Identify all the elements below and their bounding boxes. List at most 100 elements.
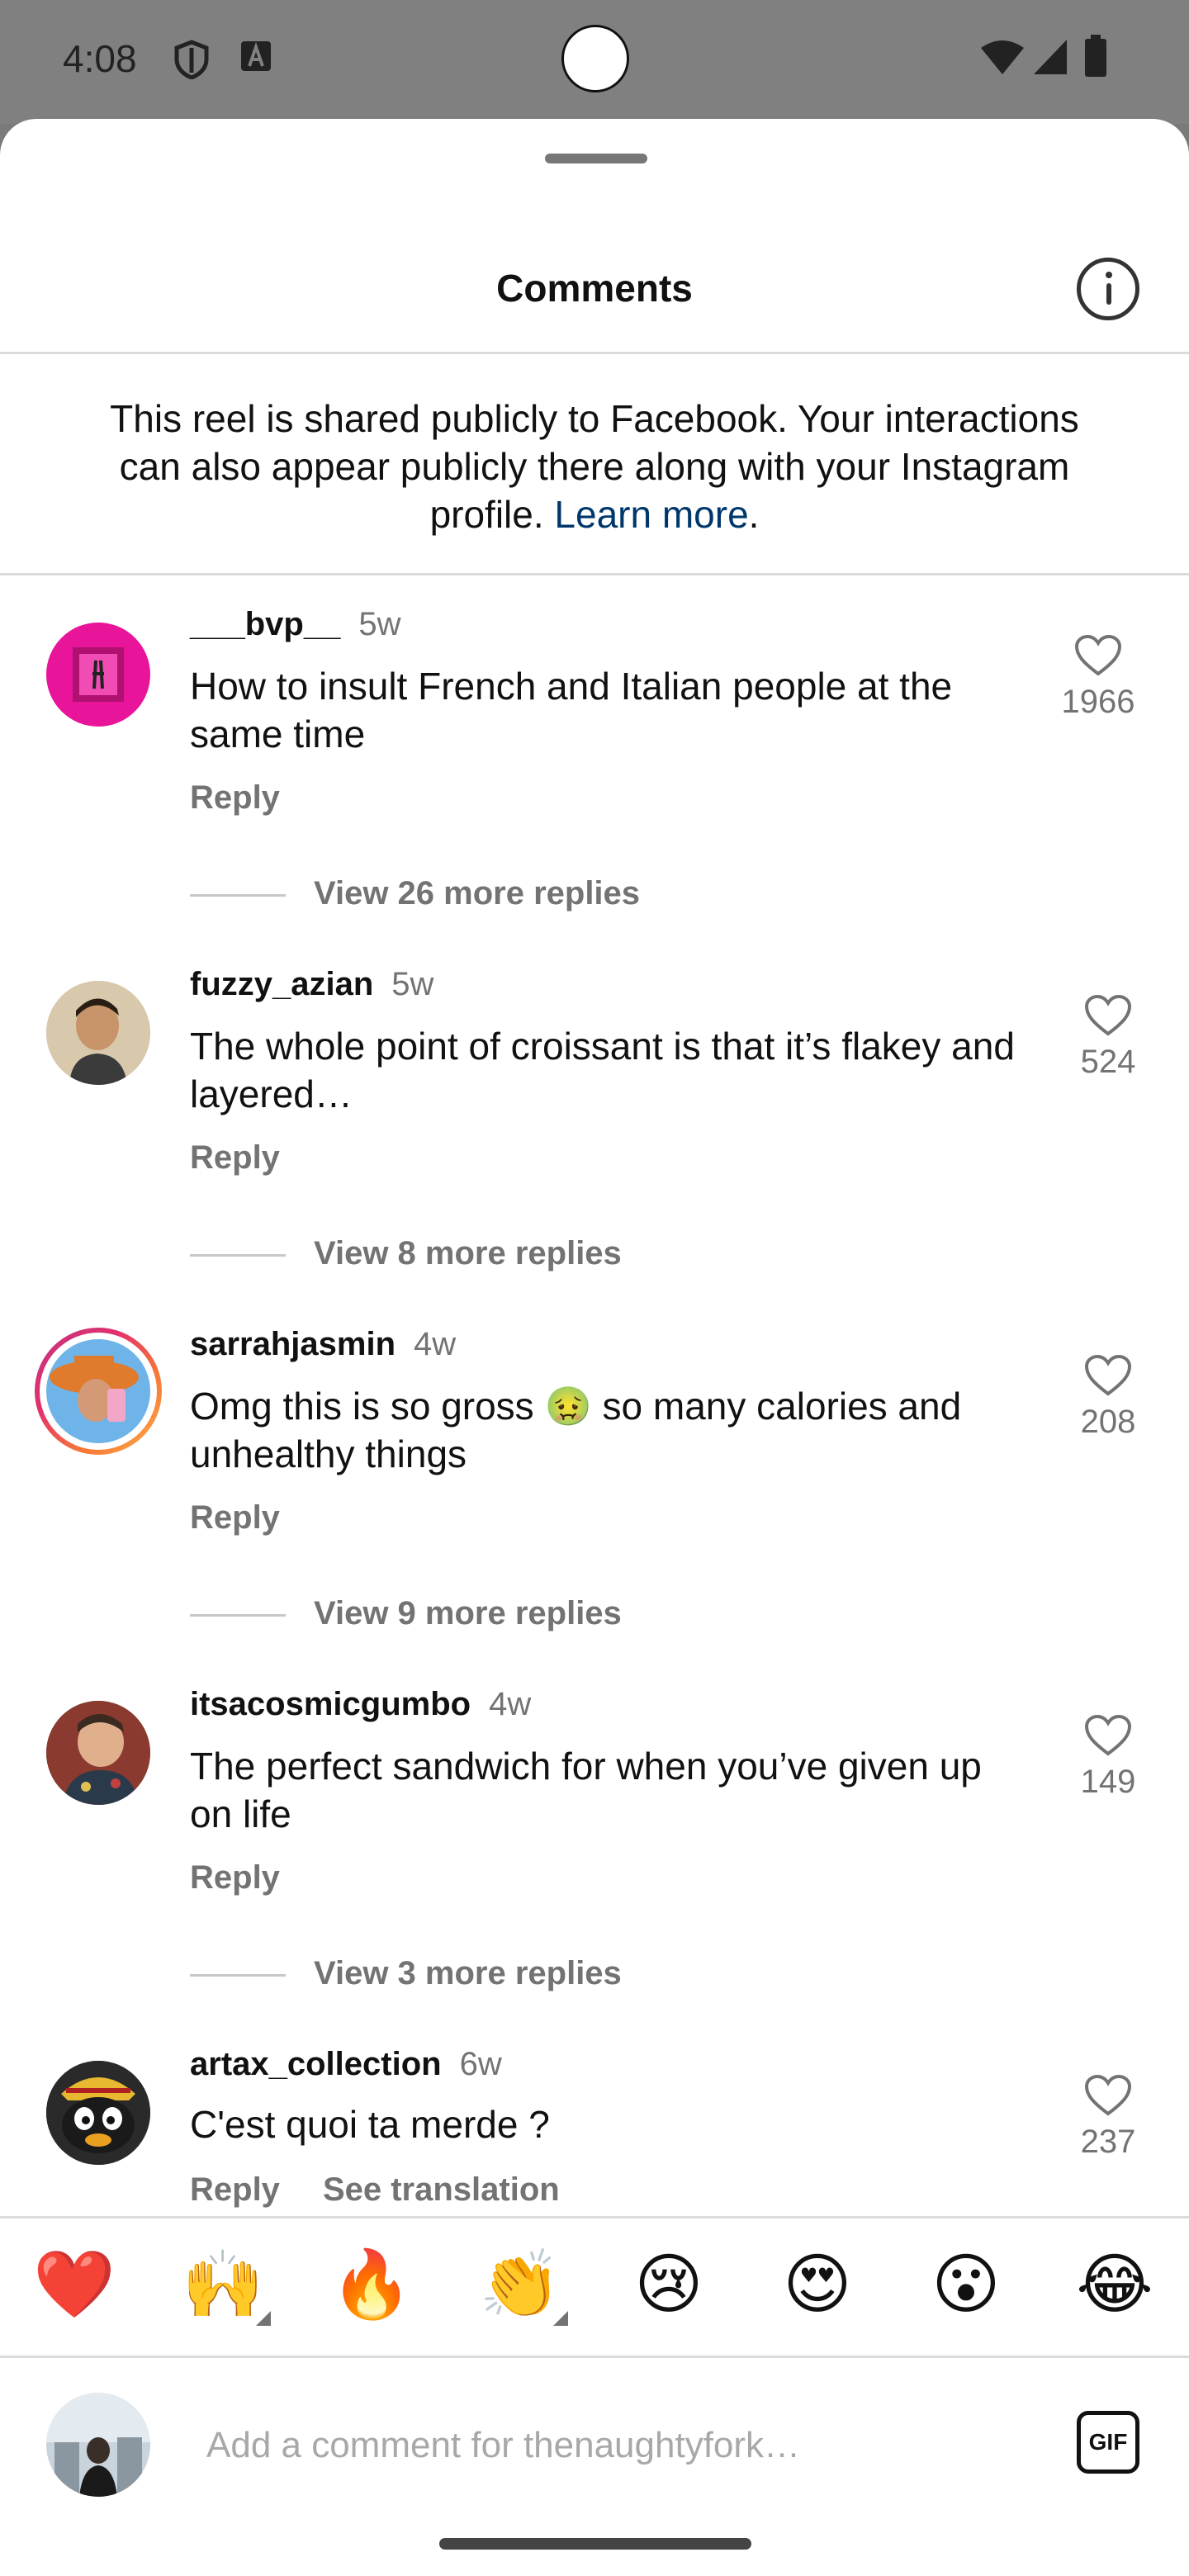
avatar-image [46, 1339, 150, 1443]
status-bar: 4:08 [0, 0, 1189, 124]
comment-header: ___bvp__ 5w [190, 606, 400, 643]
status-time: 4:08 [63, 37, 137, 80]
view-replies[interactable]: View 9 more replies [190, 1595, 622, 1632]
clapping-hands-emoji[interactable]: 👏 [479, 2243, 568, 2326]
comment-actions: Reply See translation [190, 2171, 603, 2209]
like-count: 149 [1080, 1764, 1136, 1800]
heart-eyes-emoji[interactable]: 😍 [776, 2243, 859, 2326]
like-button[interactable]: 1966 [1049, 634, 1148, 721]
view-replies[interactable]: View 26 more replies [190, 875, 640, 912]
raising-hands-emoji[interactable]: 🙌 [182, 2243, 271, 2326]
comment-username[interactable]: artax_collection [190, 2046, 442, 2082]
learn-more-link[interactable]: Learn more [554, 493, 748, 536]
nauseated-face-emoji: 🤢 [544, 1385, 592, 1428]
reply-button[interactable]: Reply [190, 1139, 280, 1176]
comment-username[interactable]: sarrahjasmin [190, 1326, 396, 1362]
comment-time: 4w [489, 1686, 532, 1722]
comment-time: 5w [358, 606, 401, 642]
view-replies-label[interactable]: View 3 more replies [314, 1955, 622, 1991]
keyboard-a-icon [241, 41, 271, 71]
like-count: 524 [1080, 1044, 1136, 1080]
avatar[interactable] [46, 623, 150, 727]
replies-line [190, 893, 286, 897]
like-count: 208 [1080, 1404, 1136, 1440]
view-replies-label[interactable]: View 9 more replies [314, 1595, 622, 1631]
like-button[interactable]: 149 [1059, 1714, 1158, 1801]
gif-button[interactable]: GIF [1077, 2411, 1139, 2474]
comment-text: How to insult French and Italian people … [190, 665, 953, 755]
view-replies[interactable]: View 3 more replies [190, 1955, 622, 1992]
reply-button[interactable]: Reply [190, 2171, 280, 2208]
like-count: 1966 [1061, 684, 1135, 720]
comment-header: itsacosmicgumbo 4w [190, 1686, 531, 1723]
comment-actions: Reply [190, 1139, 323, 1177]
comment-text-part: Omg this is so gross [190, 1385, 545, 1428]
replies-line [190, 1973, 286, 1977]
comment-header: sarrahjasmin 4w [190, 1326, 456, 1363]
skin-tone-indicator [553, 2311, 568, 2326]
signal-icon [1034, 40, 1067, 74]
avatar[interactable] [46, 1339, 150, 1443]
comment-username[interactable]: itsacosmicgumbo [190, 1686, 471, 1722]
like-count: 237 [1080, 2124, 1136, 2160]
comment-header: fuzzy_azian 5w [190, 966, 433, 1003]
comment-time: 6w [459, 2046, 502, 2082]
reply-button[interactable]: Reply [190, 1499, 280, 1536]
comment-actions: Reply [190, 779, 323, 817]
avatar-image [46, 1701, 150, 1805]
notice-period: . [748, 493, 760, 536]
fire-emoji[interactable]: 🔥 [330, 2243, 413, 2326]
avatar[interactable] [46, 1701, 150, 1805]
comment-time: 4w [414, 1326, 457, 1362]
heart-icon [1084, 2074, 1132, 2116]
story-ring[interactable] [35, 1328, 162, 1455]
avatar[interactable] [46, 2061, 150, 2165]
header-divider [0, 352, 1189, 354]
comment-text: The whole point of croissant is that it’… [190, 1025, 1015, 1115]
avatar-image [46, 981, 150, 1085]
tears-of-joy-emoji[interactable]: 😂 [1073, 2243, 1156, 2326]
heart-icon [1084, 1354, 1132, 1396]
avatar-image [46, 2393, 150, 2497]
crying-face-emoji[interactable]: 😢 [628, 2243, 710, 2326]
comment-text: Omg this is so gross 🤢 so many calories … [190, 1382, 1032, 1478]
wifi-icon [981, 40, 1024, 74]
raising-hands-glyph: 🙌 [182, 2247, 264, 2321]
see-translation-button[interactable]: See translation [323, 2171, 560, 2208]
clapping-hands-glyph: 👏 [479, 2247, 561, 2321]
heart-icon [1084, 1714, 1132, 1756]
comment-actions: Reply [190, 1859, 323, 1896]
sheet-title: Comments [496, 267, 693, 310]
shield-icon [174, 40, 209, 79]
like-button[interactable]: 208 [1059, 1354, 1158, 1441]
emoji-quick-bar: ❤️ 🙌 🔥 👏 😢 😍 😮 😂 [0, 2216, 1189, 2358]
reply-button[interactable]: Reply [190, 779, 280, 816]
comment-header: artax_collection 6w [190, 2046, 502, 2083]
drag-handle[interactable] [545, 154, 647, 163]
avatar-image [46, 2061, 150, 2165]
view-replies-label[interactable]: View 26 more replies [314, 875, 640, 912]
avatar-image [73, 647, 124, 702]
avatar[interactable] [46, 981, 150, 1085]
reply-button[interactable]: Reply [190, 1859, 280, 1896]
heart-icon [1074, 634, 1122, 676]
comment-input[interactable] [206, 2413, 1016, 2479]
view-replies[interactable]: View 8 more replies [190, 1235, 622, 1272]
surprised-face-emoji[interactable]: 😮 [925, 2243, 1007, 2326]
red-heart-emoji[interactable]: ❤️ [33, 2243, 116, 2326]
replies-line [190, 1253, 286, 1257]
my-avatar [46, 2393, 150, 2497]
battery-icon [1085, 35, 1106, 77]
home-indicator[interactable] [439, 2538, 751, 2550]
replies-line [190, 1613, 286, 1617]
facebook-share-notice: This reel is shared publicly to Facebook… [99, 395, 1090, 538]
comment-text: The perfect sandwich for when you’ve giv… [190, 1745, 982, 1835]
like-button[interactable]: 237 [1059, 2074, 1158, 2161]
comment-text: C'est quoi ta merde ? [190, 2103, 550, 2146]
view-replies-label[interactable]: View 8 more replies [314, 1235, 622, 1271]
info-icon[interactable] [1077, 258, 1139, 320]
comment-username[interactable]: ___bvp__ [190, 606, 340, 642]
comment-time: 5w [391, 966, 434, 1002]
like-button[interactable]: 524 [1059, 994, 1158, 1081]
comment-username[interactable]: fuzzy_azian [190, 966, 373, 1002]
